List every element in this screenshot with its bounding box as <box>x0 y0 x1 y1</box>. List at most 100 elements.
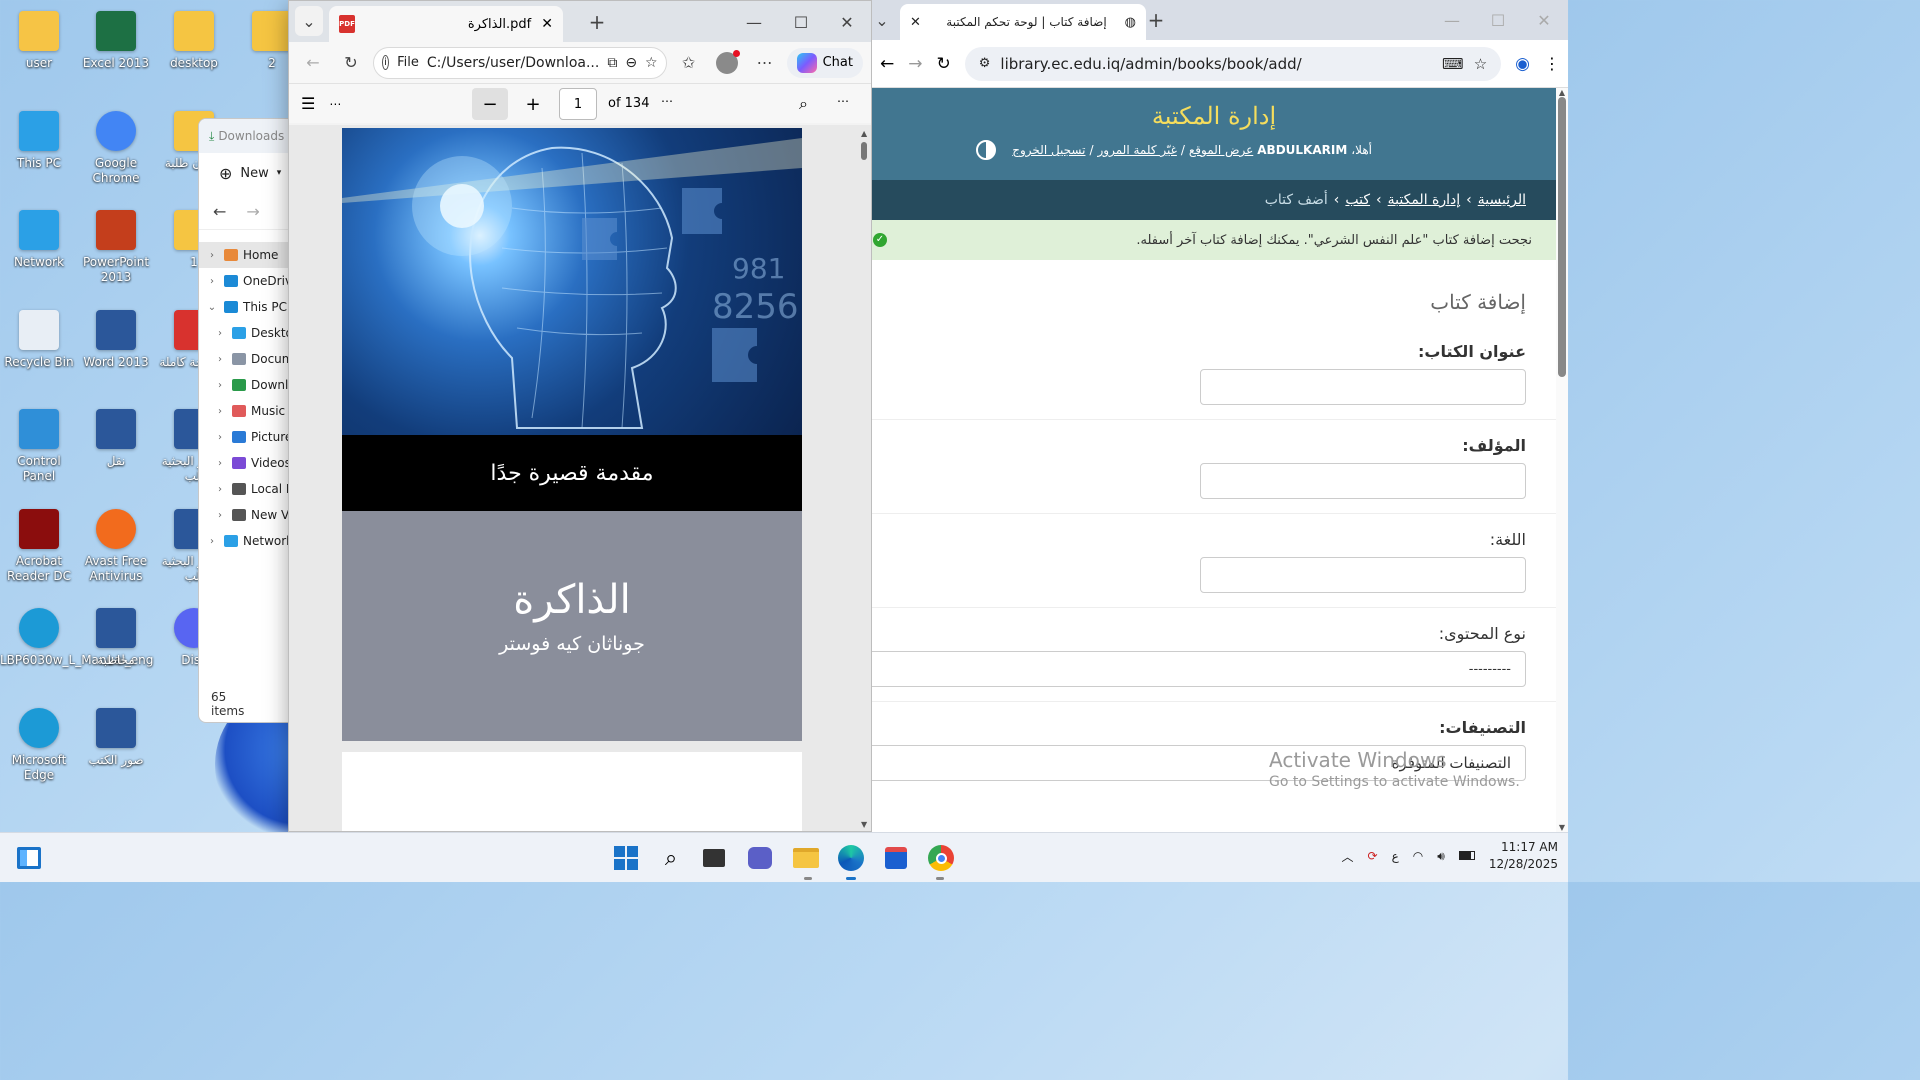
desktop-icon[interactable]: LBP6030w_L_Manual_eng <box>0 605 153 668</box>
chrome-taskbar-icon[interactable] <box>926 843 956 873</box>
new-tab-icon[interactable]: + <box>1140 4 1172 36</box>
search-icon[interactable]: ⌕ <box>799 94 808 114</box>
desktop-icon[interactable]: Word 2013 <box>77 307 155 370</box>
chevron-right-icon[interactable]: › <box>205 250 219 261</box>
teams-chat-icon[interactable] <box>745 843 775 873</box>
desktop-icon[interactable]: This PC <box>0 108 78 171</box>
forward-arrow-icon[interactable]: → <box>246 202 259 221</box>
read-aloud-icon[interactable]: ⧉ <box>607 55 617 71</box>
pdf-viewer-window[interactable]: ⌄ PDF الذاكرة.pdf ✕ + — ☐ ✕ ← ↻ i File C… <box>288 0 872 832</box>
breadcrumb-model[interactable]: كتب <box>1345 192 1370 208</box>
chrome-menu-icon[interactable]: ⋮ <box>1544 54 1560 73</box>
favorite-star-icon[interactable]: ☆ <box>645 55 658 71</box>
title-input[interactable] <box>1200 369 1526 405</box>
reload-icon[interactable]: ↻ <box>937 54 951 74</box>
desktop-icon[interactable]: نقل <box>77 406 155 469</box>
chevron-right-icon[interactable]: › <box>213 458 227 469</box>
chevron-down-icon[interactable]: ⌄ <box>205 302 219 313</box>
page-number-input[interactable]: 1 <box>559 88 597 120</box>
desktop-icon[interactable]: desktop <box>155 8 233 71</box>
zoom-out-button[interactable]: − <box>472 88 508 120</box>
desktop-icon[interactable]: Network <box>0 207 78 270</box>
desktop-icon[interactable]: مخاطبة <box>77 605 155 668</box>
site-brand[interactable]: إدارة المكتبة <box>872 102 1556 130</box>
language-indicator[interactable]: ع <box>1392 849 1399 863</box>
more-menu-icon[interactable]: ⋯ <box>749 47 781 79</box>
author-input[interactable] <box>1200 463 1526 499</box>
desktop-icon[interactable]: PowerPoint 2013 <box>77 207 155 285</box>
volume-icon[interactable]: 🔊︎ <box>1437 849 1445 864</box>
chrome-window[interactable]: ⌄ ◍ إضافة كتاب | لوحة تحكم المكتبة ✕ + —… <box>872 0 1568 832</box>
tab-actions-chevron-icon[interactable]: ⌄ <box>295 6 323 36</box>
sync-alert-icon[interactable]: ⟳ <box>1368 849 1378 863</box>
content-type-select[interactable]: --------- <box>872 651 1526 687</box>
chevron-right-icon[interactable]: › <box>205 536 219 547</box>
settings-more-icon[interactable]: ⋯ <box>837 94 849 108</box>
edge-taskbar-icon[interactable] <box>836 843 866 873</box>
battery-icon[interactable] <box>1458 849 1475 863</box>
chevron-right-icon[interactable]: › <box>213 380 227 391</box>
chevron-right-icon[interactable]: › <box>213 510 227 521</box>
maximize-icon[interactable]: ☐ <box>1482 4 1514 36</box>
chevron-right-icon[interactable]: › <box>213 354 227 365</box>
file-explorer-taskbar-icon[interactable] <box>791 843 821 873</box>
chevron-right-icon[interactable]: › <box>213 406 227 417</box>
contents-list-icon[interactable]: ☰ <box>301 94 315 113</box>
desktop-icon[interactable]: Acrobat Reader DC <box>0 506 78 584</box>
close-tab-icon[interactable]: ✕ <box>541 16 553 32</box>
forward-arrow-icon[interactable]: → <box>908 54 922 74</box>
close-tab-icon[interactable]: ✕ <box>910 15 921 30</box>
change-password-link[interactable]: غيّر كلمة المرور <box>1098 143 1177 157</box>
chevron-up-icon[interactable]: ︿ <box>1342 848 1354 865</box>
chrome-address-bar[interactable]: ⚙ library.ec.edu.iq/admin/books/book/add… <box>964 46 1502 81</box>
zoom-icon[interactable]: ⊖ <box>625 55 637 71</box>
back-arrow-icon[interactable]: ← <box>297 47 329 79</box>
search-icon[interactable]: ⌕ <box>656 843 686 873</box>
desktop-icon[interactable]: Google Chrome <box>77 108 155 186</box>
task-view-icon[interactable] <box>699 843 729 873</box>
breadcrumb-home[interactable]: الرئيسية <box>1478 192 1526 208</box>
desktop-icon[interactable]: Excel 2013 <box>77 8 155 71</box>
theme-toggle-icon[interactable] <box>976 140 997 160</box>
pdf-tab[interactable]: PDF الذاكرة.pdf ✕ <box>329 6 563 42</box>
clock[interactable]: 11:17 AM 12/28/2025 <box>1489 839 1558 873</box>
tab-search-chevron-icon[interactable]: ⌄ <box>866 4 898 36</box>
zoom-in-button[interactable]: + <box>517 88 549 120</box>
desktop-icon[interactable]: Control Panel <box>0 406 78 484</box>
chevron-right-icon[interactable]: › <box>213 432 227 443</box>
start-windows-icon[interactable] <box>611 843 641 873</box>
page-scrollbar[interactable]: ▲ ▼ <box>1556 88 1568 832</box>
favorites-icon[interactable]: ✩ <box>673 47 705 79</box>
wifi-icon[interactable]: ◠ <box>1413 849 1423 863</box>
new-tab-icon[interactable]: + <box>581 6 613 38</box>
close-window-icon[interactable]: ✕ <box>831 6 863 38</box>
language-input[interactable] <box>1200 557 1526 593</box>
desktop-icon[interactable]: Recycle Bin <box>0 307 78 370</box>
more-tools-icon[interactable]: ⋯ <box>329 97 341 111</box>
desktop-icon[interactable]: صور الكتب <box>77 705 155 768</box>
page-more-icon[interactable]: ⋯ <box>661 94 673 108</box>
address-bar[interactable]: i File C:/Users/user/Downloa... ⧉ ⊖ ☆ <box>373 46 667 79</box>
minimize-icon[interactable]: — <box>1436 4 1468 36</box>
store-taskbar-icon[interactable] <box>881 843 911 873</box>
pdf-document-view[interactable]: 981 8256 مقدمة قصيرة جدًا الذاكرة جوناثا… <box>289 125 871 831</box>
pdf-scrollbar[interactable]: ▲ ▼ <box>861 129 867 829</box>
bookmark-star-icon[interactable]: ☆ <box>1474 55 1487 73</box>
back-arrow-icon[interactable]: ← <box>880 54 894 74</box>
maximize-icon[interactable]: ☐ <box>785 6 817 38</box>
desktop-icon[interactable]: user <box>0 8 78 71</box>
chevron-right-icon[interactable]: › <box>213 328 227 339</box>
view-site-link[interactable]: عرض الموقع <box>1189 143 1253 157</box>
profile-icon[interactable]: ◉ <box>1515 54 1530 74</box>
widgets-icon[interactable] <box>14 843 44 873</box>
close-window-icon[interactable]: ✕ <box>1528 4 1560 36</box>
refresh-icon[interactable]: ↻ <box>335 47 367 79</box>
logout-link[interactable]: تسجيل الخروج <box>1012 143 1085 157</box>
copilot-chat-button[interactable]: Chat <box>786 47 863 78</box>
desktop-icon[interactable]: Microsoft Edge <box>0 705 78 783</box>
desktop-icon[interactable]: Avast Free Antivirus <box>77 506 155 584</box>
breadcrumb-app[interactable]: إدارة المكتبة <box>1388 192 1461 208</box>
chrome-tab[interactable]: ◍ إضافة كتاب | لوحة تحكم المكتبة ✕ <box>900 4 1146 40</box>
translate-icon[interactable]: ⌨ <box>1442 55 1464 73</box>
profile-avatar[interactable] <box>711 47 743 79</box>
